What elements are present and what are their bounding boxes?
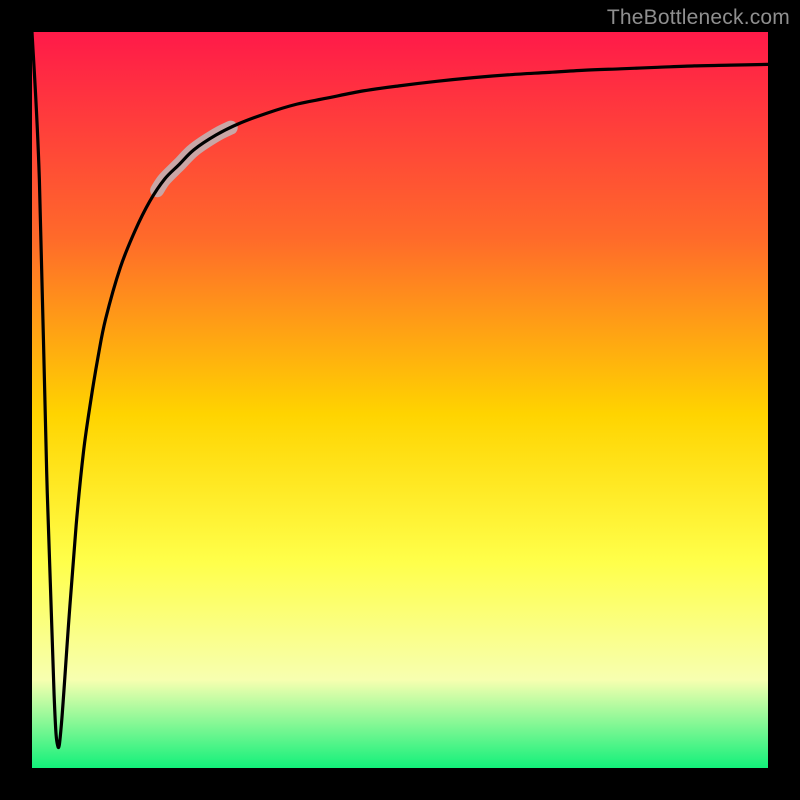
gradient-background — [32, 32, 768, 768]
plot-area — [32, 32, 768, 768]
watermark-label: TheBottleneck.com — [607, 6, 790, 30]
chart-svg — [32, 32, 768, 768]
chart-frame: TheBottleneck.com — [0, 0, 800, 800]
